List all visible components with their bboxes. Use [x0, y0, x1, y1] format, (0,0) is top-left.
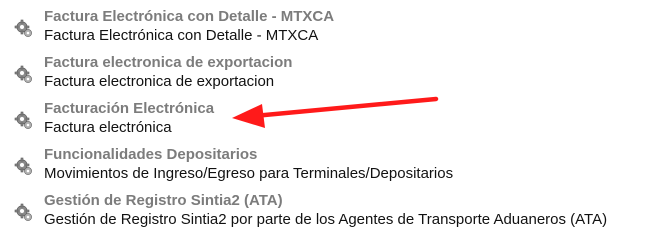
service-item-sintia2: Gestión de Registro Sintia2 (ATA) Gestió…	[0, 192, 665, 238]
red-arrow-icon	[232, 96, 439, 128]
service-description: Factura electrónica	[44, 119, 172, 136]
service-item-mtxca: Factura Electrónica con Detalle - MTXCA …	[0, 8, 665, 54]
service-title-link[interactable]: Gestión de Registro Sintia2 (ATA)	[44, 192, 283, 210]
service-description: Movimientos de Ingreso/Egreso para Termi…	[44, 165, 454, 182]
gear-icon	[14, 19, 32, 37]
service-description: Gestión de Registro Sintia2 por parte de…	[44, 211, 608, 228]
cropped-fragment	[481, 0, 491, 2]
gear-icon	[14, 203, 32, 221]
service-item-export: Factura electronica de exportacion Factu…	[0, 54, 665, 100]
service-title-link[interactable]: Facturación Electrónica	[44, 100, 214, 118]
service-item-depositarios: Funcionalidades Depositarios Movimientos…	[0, 146, 665, 192]
service-title-link[interactable]: Factura Electrónica con Detalle - MTXCA	[44, 8, 334, 26]
gear-icon	[14, 157, 32, 175]
gear-icon	[14, 65, 32, 83]
service-description: Factura Electrónica con Detalle - MTXCA	[44, 27, 319, 44]
service-description: Factura electronica de exportacion	[44, 73, 275, 90]
service-title-link[interactable]: Factura electronica de exportacion	[44, 54, 292, 72]
service-title-link[interactable]: Funcionalidades Depositarios	[44, 146, 257, 164]
gear-icon	[14, 111, 32, 129]
